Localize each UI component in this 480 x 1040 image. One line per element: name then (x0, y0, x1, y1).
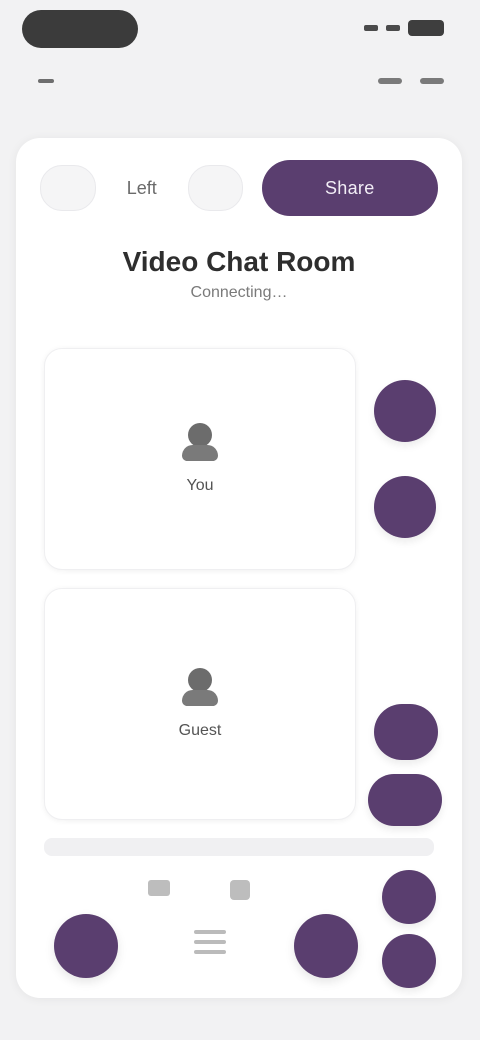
more-icon[interactable] (420, 78, 444, 84)
video-toggle-button[interactable] (54, 914, 118, 978)
left-label: Left (126, 177, 157, 198)
person-body (182, 445, 218, 461)
chip-middle[interactable] (187, 165, 244, 211)
signal-icon (364, 25, 378, 31)
screen-share-icon[interactable] (230, 880, 250, 900)
page-title: Video Chat Room (122, 246, 356, 277)
chip-left[interactable] (40, 165, 96, 211)
minor-top-row (38, 78, 444, 84)
mic-button[interactable] (374, 476, 436, 538)
keyboard-icon[interactable] (148, 880, 170, 896)
back-icon[interactable] (38, 79, 54, 83)
battery-icon (408, 20, 444, 36)
option-line (194, 940, 226, 944)
menu-icon[interactable] (378, 78, 402, 84)
option-line (194, 950, 226, 954)
person-head (188, 423, 212, 447)
participant-card-1[interactable]: You (44, 348, 356, 570)
status-time: 9:41 (0, 0, 1, 1)
speaker-button[interactable] (368, 774, 442, 826)
main-panel: Left Share Video Chat Room Connecting… Y… (16, 138, 462, 998)
participant-label-2: Guest (178, 722, 222, 739)
person-head (188, 668, 212, 692)
person-icon (180, 423, 220, 463)
participant-label-1: You (186, 477, 214, 494)
hangup-button[interactable] (294, 914, 358, 978)
status-right (364, 20, 444, 36)
option-line (194, 930, 226, 934)
person-icon (180, 668, 220, 708)
page-subtitle: Connecting… (190, 284, 288, 301)
participant-card-2[interactable]: Guest (44, 588, 356, 820)
top-right-icons (378, 78, 444, 84)
chat-button[interactable] (374, 704, 438, 760)
person-body (182, 690, 218, 706)
divider (44, 838, 434, 856)
segmented-controls: Left Share (40, 160, 438, 216)
bottom-controls (44, 838, 434, 988)
camera-button[interactable] (374, 380, 436, 442)
wifi-icon (386, 25, 400, 31)
share-button[interactable]: Share (261, 160, 438, 216)
status-pill (22, 10, 138, 48)
center-options[interactable] (194, 930, 226, 954)
